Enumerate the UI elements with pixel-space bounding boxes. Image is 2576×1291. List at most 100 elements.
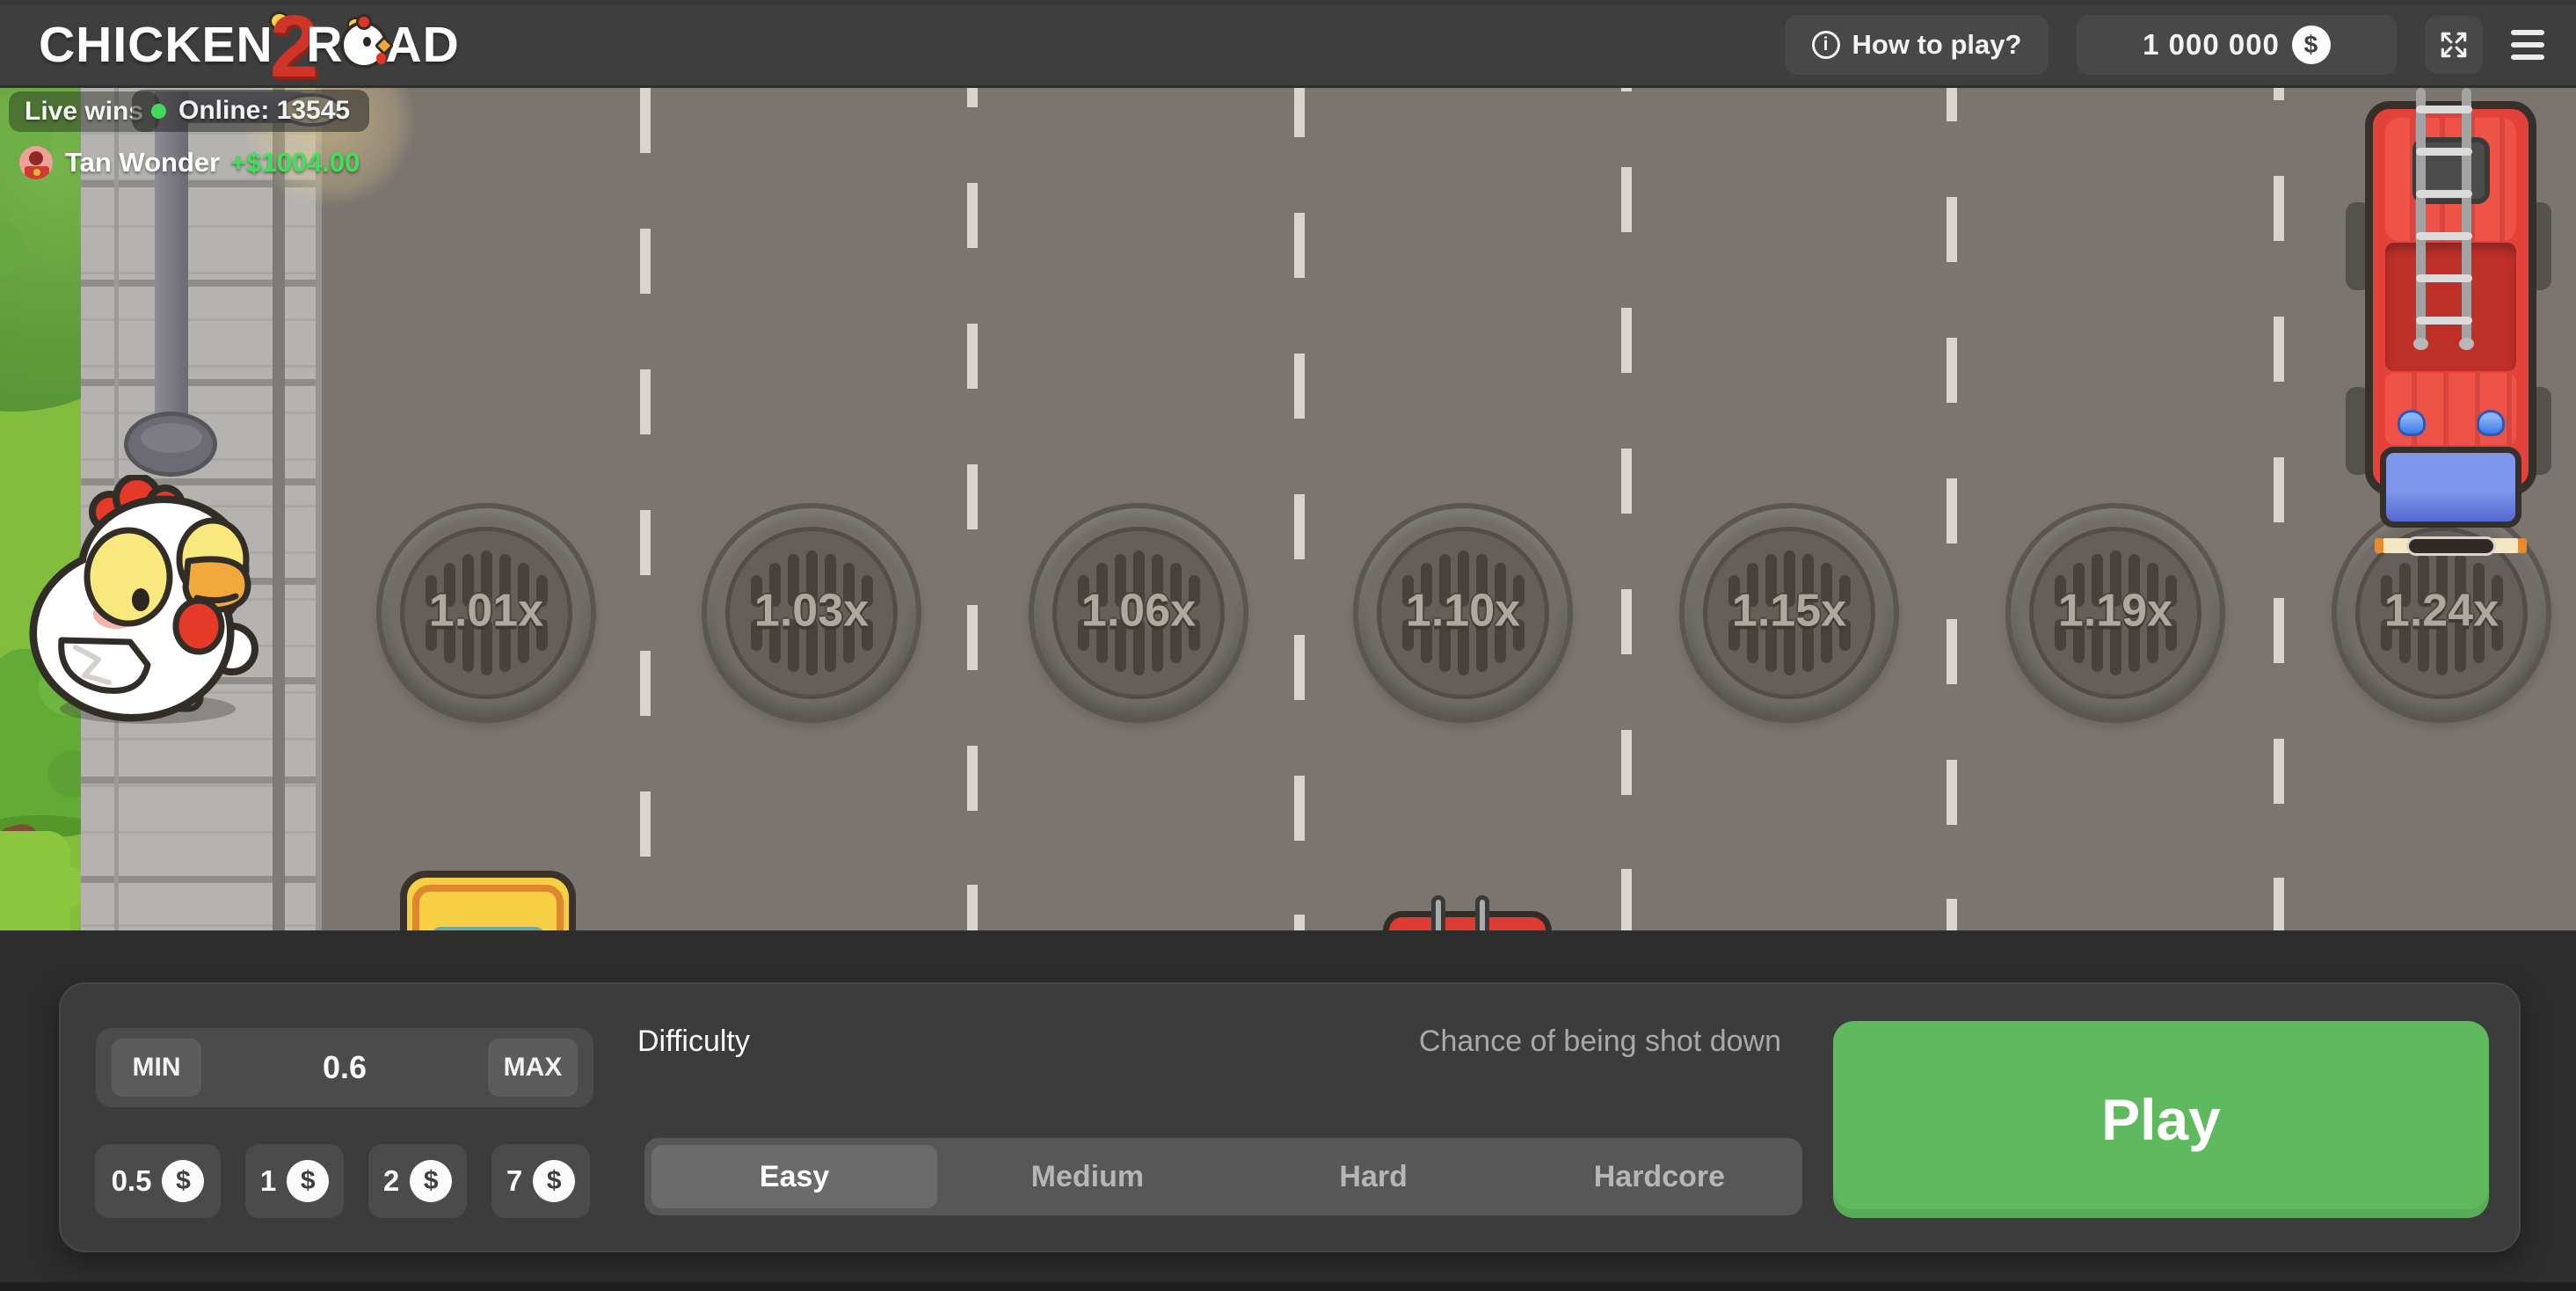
how-to-play-button[interactable]: i How to play? (1785, 15, 2048, 75)
truck-ladder-rung (2416, 148, 2472, 156)
manhole-multiplier-2: 1.03x (702, 503, 921, 723)
chicken-road-game-app: 1.01x 1.03x 1.06x 1.10x (0, 0, 2576, 1291)
fullscreen-button[interactable] (2425, 16, 2483, 74)
quick-bet-7-button[interactable]: 7 $ (491, 1144, 590, 1218)
logo-word-r: R (306, 16, 343, 74)
menu-button[interactable] (2511, 25, 2544, 65)
menu-bar (2511, 55, 2544, 60)
tab-hardcore[interactable]: Hardcore (1517, 1145, 1802, 1208)
tab-medium[interactable]: Medium (944, 1145, 1230, 1208)
dollar-coin-icon: $ (2292, 26, 2331, 64)
chip-amount: 2 (383, 1164, 399, 1198)
truck-windshield (2380, 447, 2521, 528)
chip-amount: 1 (260, 1164, 276, 1198)
menu-bar (2511, 30, 2544, 35)
red-truck-ladder-rail (1431, 895, 1445, 930)
live-win-entry: Tan Wonder… +$1004.00 (19, 146, 360, 179)
lane-divider (1947, 88, 1957, 930)
truck-cargo-bed (2385, 243, 2516, 371)
top-bar: CHICKEN 2 R AD i How to play? 1 000 000 … (0, 0, 2576, 88)
lane-divider (1294, 88, 1305, 930)
bottom-edge (0, 1282, 2576, 1291)
online-counter: Online: 13545 (132, 90, 369, 132)
manhole-plate: 1.03x (725, 527, 898, 699)
quick-bet-0.5-button[interactable]: 0.5 $ (95, 1144, 221, 1218)
manhole-multiplier-4: 1.10x (1353, 503, 1573, 723)
bet-max-button[interactable]: MAX (488, 1039, 578, 1097)
multiplier-value: 1.01x (404, 585, 568, 638)
multiplier-value: 1.19x (2034, 585, 2197, 638)
how-to-play-label: How to play? (1852, 29, 2022, 61)
logo-word-chicken: CHICKEN (39, 16, 273, 74)
truck-ladder-rail (2416, 88, 2426, 345)
multiplier-value: 1.15x (1707, 585, 1871, 638)
truck-ladder-rung (2416, 274, 2472, 282)
manhole-multiplier-1: 1.01x (376, 503, 596, 723)
truck-blue-light (2398, 410, 2426, 436)
multiplier-value: 1.10x (1381, 585, 1545, 638)
logo-chicken-head-icon (340, 21, 388, 69)
live-wins-text: Live wins (25, 97, 143, 127)
truck-ladder-rung (2416, 232, 2472, 240)
tab-easy[interactable]: Easy (651, 1145, 937, 1208)
truck-ladder-rung (2416, 106, 2472, 113)
dollar-coin-icon: $ (533, 1160, 575, 1202)
multiplier-value: 1.03x (730, 585, 893, 638)
yellow-car-windshield (432, 927, 544, 930)
expand-icon (2437, 28, 2470, 62)
tab-hard[interactable]: Hard (1231, 1145, 1517, 1208)
winner-name: Tan Wonder… (65, 147, 220, 179)
bet-amount-box: 0.6 MIN MAX (96, 1028, 593, 1107)
manhole-plate: 1.19x (2029, 527, 2201, 699)
lane-divider (2274, 88, 2284, 930)
chip-amount: 7 (506, 1164, 522, 1198)
red-truck-body (1383, 911, 1552, 930)
chicken-character (25, 475, 260, 730)
fire-truck (2346, 95, 2551, 601)
header-actions: i How to play? 1 000 000 $ (1785, 15, 2544, 75)
manhole-multiplier-6: 1.19x (2005, 503, 2225, 723)
balance-value: 1 000 000 (2143, 28, 2280, 62)
truck-grill (2406, 536, 2496, 556)
chip-amount: 0.5 (112, 1164, 152, 1198)
dollar-coin-icon: $ (287, 1160, 329, 1202)
manhole-plate: 1.10x (1377, 527, 1549, 699)
quick-bet-chips: 0.5 $ 1 $ 2 $ 7 $ (95, 1144, 590, 1218)
menu-bar (2511, 42, 2544, 47)
manhole-multiplier-5: 1.15x (1679, 503, 1899, 723)
red-truck-front (1379, 895, 1554, 930)
red-truck-ladder-rail (1475, 895, 1489, 930)
info-icon: i (1812, 31, 1840, 59)
lane-divider (967, 88, 978, 930)
truck-ladder-rung (2416, 317, 2472, 325)
truck-indicator (2518, 538, 2527, 553)
tree-foliage-bump (0, 218, 24, 278)
play-button[interactable]: Play (1833, 1021, 2489, 1218)
lane-divider (640, 88, 651, 930)
truck-blue-light (2477, 410, 2505, 436)
quick-bet-1-button[interactable]: 1 $ (245, 1144, 344, 1218)
difficulty-tabs: Easy Medium Hard Hardcore (644, 1138, 1802, 1215)
yellow-car (400, 871, 576, 930)
balance-pill[interactable]: 1 000 000 $ (2077, 15, 2397, 75)
truck-indicator (2375, 538, 2383, 553)
logo-word-ad: AD (385, 16, 459, 74)
multiplier-value: 1.06x (1057, 585, 1220, 638)
quick-bet-2-button[interactable]: 2 $ (368, 1144, 467, 1218)
lane-divider (1621, 88, 1632, 930)
avatar-head (29, 151, 43, 165)
bet-min-button[interactable]: MIN (112, 1039, 201, 1097)
bet-control-panel: 0.6 MIN MAX 0.5 $ 1 $ 2 $ 7 $ Difficulty… (59, 982, 2521, 1252)
truck-body (2365, 101, 2536, 495)
manhole-plate: 1.01x (400, 527, 572, 699)
yellow-car-roof (412, 885, 564, 930)
difficulty-label: Difficulty (637, 1025, 750, 1059)
grass-patch (0, 831, 70, 930)
game-logo: CHICKEN 2 R AD (39, 4, 460, 85)
manhole-multiplier-3: 1.06x (1029, 503, 1248, 723)
chance-label: Chance of being shot down (1419, 1025, 1781, 1059)
online-dot-icon (151, 104, 166, 119)
truck-ladder-rail (2462, 88, 2471, 345)
truck-ladder-rung (2416, 190, 2472, 198)
manhole-plate: 1.06x (1052, 527, 1225, 699)
